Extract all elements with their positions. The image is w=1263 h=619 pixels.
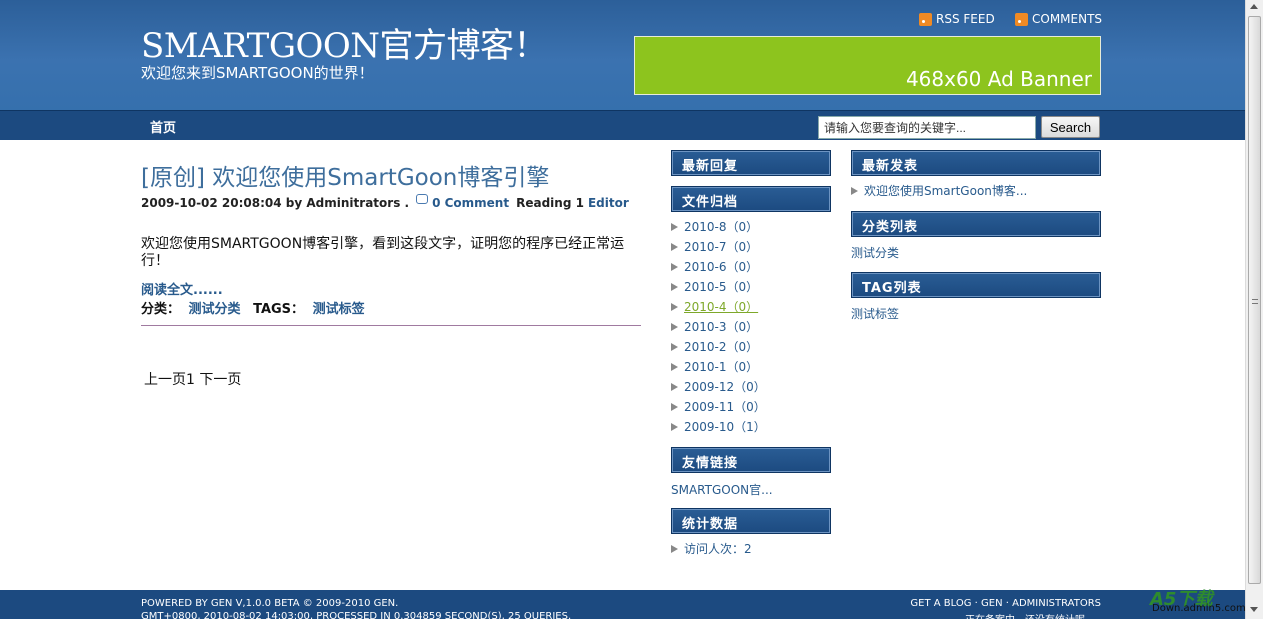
scrollbar-thumb[interactable] [1248, 16, 1261, 584]
archive-item[interactable]: 2010-2（0） [671, 337, 766, 357]
pagination[interactable]: 上一页1 下一页 [144, 369, 241, 389]
category-list-item[interactable]: 测试分类 [851, 244, 899, 261]
archive-item-label: 2009-12（0） [684, 380, 766, 394]
widget-title-latest-replies: 最新回复 [671, 150, 831, 176]
tag-list-item[interactable]: 测试标签 [851, 305, 899, 322]
site-subtitle: 欢迎您来到SMARTGOON的世界！ [141, 64, 374, 82]
archive-item[interactable]: 2010-8（0） [671, 217, 766, 237]
arrow-right-icon [671, 363, 678, 371]
arrow-right-icon [671, 545, 678, 553]
archive-item[interactable]: 2010-5（0） [671, 277, 766, 297]
archive-item-label: 2009-10（1） [684, 420, 766, 434]
tags-label: TAGS： [253, 302, 305, 317]
widget-title-links: 友情链接 [671, 447, 831, 473]
archive-item[interactable]: 2010-1（0） [671, 357, 766, 377]
scroll-up-icon[interactable] [1250, 4, 1258, 9]
arrow-right-icon [671, 423, 678, 431]
ad-banner[interactable]: 468x60 Ad Banner [634, 36, 1101, 95]
nav-home-link[interactable]: 首页 [150, 117, 176, 136]
archive-item-label: 2010-2（0） [684, 340, 759, 354]
arrow-right-icon [671, 383, 678, 391]
post-date-author: 2009-10-02 20:08:04 by Adminitrators . [141, 196, 410, 210]
post-body: 欢迎您使用SMARTGOON博客引擎，看到这段文字，证明您的程序已经正常运行！ [141, 236, 625, 269]
friend-link[interactable]: SMARTGOON官... [671, 481, 773, 498]
search-button[interactable]: Search [1041, 116, 1100, 138]
post-meta: 2009-10-02 20:08:04 by Adminitrators . 0… [141, 194, 629, 210]
read-more-link[interactable]: 阅读全文...... [141, 279, 223, 298]
archive-item-label: 2010-5（0） [684, 280, 759, 294]
category-label: 分类： [141, 302, 181, 317]
archive-item-label: 2010-3（0） [684, 320, 759, 334]
arrow-right-icon [671, 303, 678, 311]
archive-item-label: 2010-8（0） [684, 220, 759, 234]
site-header: SMARTGOON官方博客！ 欢迎您来到SMARTGOON的世界！ RSS FE… [0, 0, 1245, 110]
archive-item[interactable]: 2009-10（1） [671, 417, 766, 437]
arrow-right-icon [671, 323, 678, 331]
scroll-down-icon[interactable] [1250, 607, 1258, 612]
post-taxonomy: 分类： 测试分类 TAGS： 测试标签 [141, 298, 365, 317]
footer-processing-info: GMT+0800, 2010-08-02 14:03:00, PROCESSED… [141, 611, 572, 619]
comments-feed-link[interactable]: COMMENTS [1015, 12, 1102, 26]
stats-list: 访问人次：2 [671, 539, 752, 559]
footer-links[interactable]: GET A BLOG · GEN · ADMINISTRATORS [910, 598, 1101, 609]
ad-banner-text: 468x60 Ad Banner [905, 67, 1092, 91]
category-link[interactable]: 测试分类 [189, 302, 241, 317]
footer-note: 正在备案中，还没有统计呢。 [965, 611, 1095, 619]
archive-item-label: 2009-11（0） [684, 400, 766, 414]
footer-powered-by: POWERED BY GEN V,1.0.0 BETA © 2009-2010 … [141, 598, 399, 609]
archive-item-label: 2010-1（0） [684, 360, 759, 374]
arrow-right-icon [671, 243, 678, 251]
rss-icon [919, 12, 932, 26]
arrow-right-icon [671, 263, 678, 271]
arrow-right-icon [671, 283, 678, 291]
archive-item[interactable]: 2009-11（0） [671, 397, 766, 417]
grip-icon [1252, 299, 1258, 304]
post-comment-link[interactable]: 0 Comment [432, 196, 509, 210]
post-editor-link[interactable]: Editor [588, 196, 629, 210]
rss-icon [1015, 12, 1028, 26]
vertical-scrollbar[interactable] [1245, 0, 1263, 619]
arrow-right-icon [671, 223, 678, 231]
search-input[interactable] [818, 116, 1036, 139]
nav-bar: 首页 Search [0, 110, 1245, 140]
post-title[interactable]: [原创] 欢迎您使用SmartGoon博客引擎 [141, 158, 549, 192]
archive-item[interactable]: 2010-3（0） [671, 317, 766, 337]
widget-title-latest-posts: 最新发表 [851, 150, 1101, 176]
arrow-right-icon [671, 343, 678, 351]
latest-post-item[interactable]: 欢迎您使用SmartGoon博客... [851, 181, 1027, 201]
post-reading-count: Reading 1 [516, 196, 584, 210]
watermark-url: Down.admin5.com [1152, 603, 1246, 614]
archive-item[interactable]: 2010-4（0） [671, 297, 766, 317]
archive-item-label: 2010-7（0） [684, 240, 759, 254]
archive-item[interactable]: 2010-7（0） [671, 237, 766, 257]
site-title[interactable]: SMARTGOON官方博客！ [141, 18, 548, 67]
widget-title-stats: 统计数据 [671, 508, 831, 534]
archive-list: 2010-8（0） 2010-7（0） 2010-6（0） 2010-5（0） … [671, 217, 766, 437]
archive-item-label: 2010-6（0） [684, 260, 759, 274]
comments-feed-label: COMMENTS [1032, 12, 1103, 26]
widget-title-archive: 文件归档 [671, 186, 831, 212]
tag-link[interactable]: 测试标签 [313, 302, 365, 317]
rss-feed-label: RSS FEED [936, 12, 995, 26]
archive-item-label: 2010-4（0） [684, 300, 759, 314]
post-divider [141, 325, 641, 326]
comment-icon [416, 194, 429, 204]
latest-posts-list: 欢迎您使用SmartGoon博客... [851, 181, 1027, 201]
site-footer: POWERED BY GEN V,1.0.0 BETA © 2009-2010 … [0, 590, 1245, 619]
widget-title-categories: 分类列表 [851, 211, 1101, 237]
stats-item-label: 访问人次：2 [684, 542, 752, 556]
arrow-right-icon [671, 403, 678, 411]
archive-item[interactable]: 2009-12（0） [671, 377, 766, 397]
latest-post-label: 欢迎您使用SmartGoon博客... [864, 184, 1028, 198]
arrow-right-icon [851, 187, 858, 195]
widget-title-tags: TAG列表 [851, 272, 1101, 298]
rss-feed-link[interactable]: RSS FEED [919, 12, 995, 26]
archive-item[interactable]: 2010-6（0） [671, 257, 766, 277]
stats-item: 访问人次：2 [671, 539, 752, 559]
watermark: A5下载 Down.admin5.com [1150, 585, 1246, 619]
